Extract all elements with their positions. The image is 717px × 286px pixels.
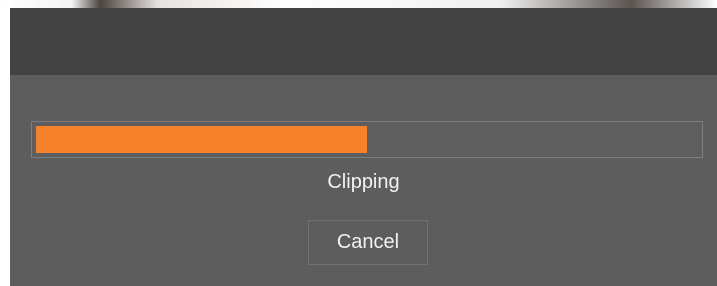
progress-bar-fill (36, 126, 367, 153)
status-label: Clipping (327, 171, 400, 193)
background-window-edge (0, 0, 717, 8)
screen: Clipping Cancel (0, 0, 717, 286)
background-window-left-edge (0, 8, 10, 286)
progress-dialog: Clipping Cancel (10, 8, 717, 286)
dialog-title-bar[interactable] (10, 8, 717, 75)
cancel-button[interactable]: Cancel (308, 220, 428, 265)
progress-bar (31, 121, 703, 158)
